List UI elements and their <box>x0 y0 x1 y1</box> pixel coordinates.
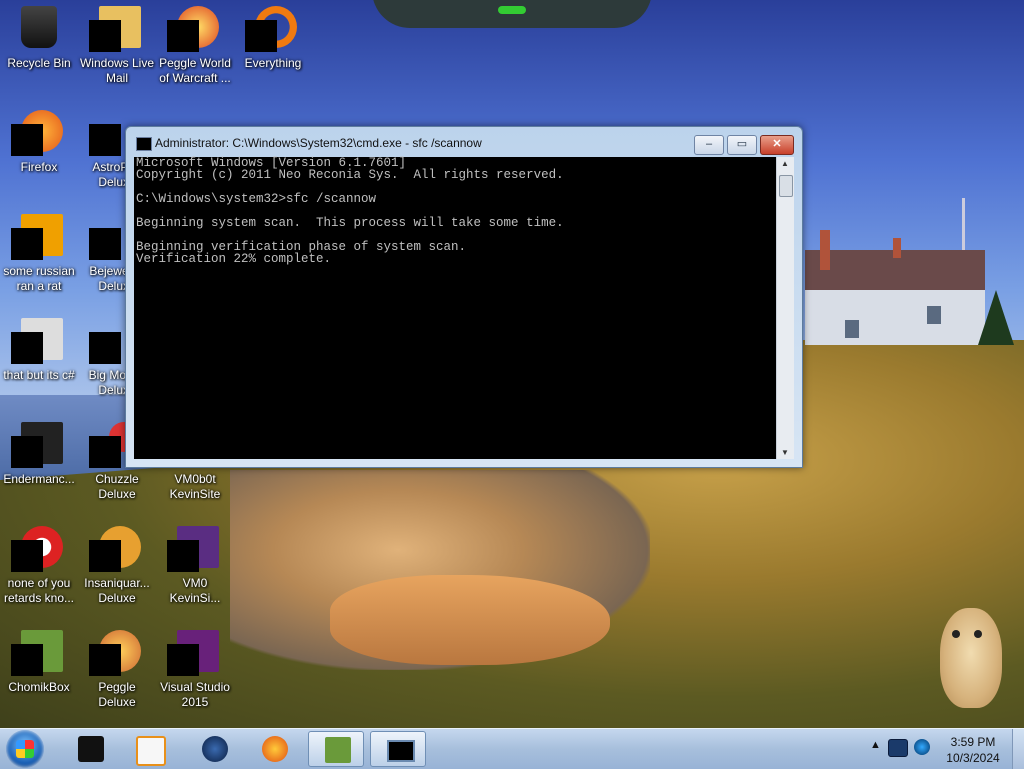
chomikbox-icon <box>325 737 351 763</box>
icon-label: Recycle Bin <box>7 56 71 70</box>
scroll-up-icon[interactable]: ▲ <box>781 159 789 168</box>
globe-icon <box>202 736 228 762</box>
house-window <box>927 306 941 324</box>
taskbar-cmd[interactable] <box>370 731 426 767</box>
icon-label: Firefox <box>20 160 58 174</box>
taskbar-firefox[interactable] <box>246 731 302 767</box>
visual-studio-icon <box>167 630 219 678</box>
game-icon <box>89 526 141 574</box>
desktop-icon-recycle-bin[interactable]: Recycle Bin <box>0 6 78 71</box>
taskbar-terminal-app[interactable] <box>62 731 118 767</box>
visual-studio-icon <box>167 526 219 574</box>
desktop-icon-none-of-you[interactable]: none of you retards kno... <box>0 526 78 606</box>
icon-label: Peggle Deluxe <box>98 680 136 709</box>
taskbar-network[interactable] <box>186 731 242 767</box>
cmd-window[interactable]: Administrator: C:\Windows\System32\cmd.e… <box>125 126 803 468</box>
minimize-button[interactable]: – <box>694 135 724 155</box>
scroll-down-icon[interactable]: ▼ <box>781 448 789 457</box>
clock[interactable]: 3:59 PM 10/3/2024 <box>945 734 1001 766</box>
icon-label: Everything <box>244 56 302 70</box>
desktop-icon-chomikbox[interactable]: ChomikBox <box>0 630 78 695</box>
maximize-button[interactable]: ▭ <box>727 135 757 155</box>
window-title: Administrator: C:\Windows\System32\cmd.e… <box>155 136 482 150</box>
taskbar: ▲ 3:59 PM 10/3/2024 <box>0 728 1024 769</box>
desktop-icon-endermanc[interactable]: Endermanc... <box>0 422 78 487</box>
desktop-icon-peggle-deluxe[interactable]: Peggle Deluxe <box>78 630 156 710</box>
start-button[interactable] <box>6 730 44 768</box>
network-tray-icon[interactable] <box>888 739 908 757</box>
icon-label: Insaniquar... Deluxe <box>84 576 150 605</box>
icon-label: ChomikBox <box>8 680 70 694</box>
icon-label: none of you retards kno... <box>3 576 75 605</box>
tray-expand-icon[interactable]: ▲ <box>870 739 881 751</box>
desktop-icon-some-russian[interactable]: some russian ran a rat <box>0 214 78 294</box>
scroll-thumb[interactable] <box>779 175 793 197</box>
peggle-icon <box>167 6 219 54</box>
house-window <box>845 320 859 338</box>
desktop-icon-windows-live-mail[interactable]: Windows Live Mail <box>78 6 156 86</box>
wallpaper-tree <box>978 290 1014 345</box>
desktop: Recycle Bin Firefox some russian ran a r… <box>0 0 1024 728</box>
desktop-icon-vm0-kevinsi[interactable]: VM0 KevinSi... <box>156 526 234 606</box>
wallpaper-house <box>805 250 985 345</box>
wallpaper-chimney <box>893 238 901 258</box>
chomikbox-icon <box>11 630 63 678</box>
desktop-icon-everything[interactable]: Everything <box>234 6 312 71</box>
firefox-icon <box>262 736 288 762</box>
icon-label: that but its c# <box>3 368 75 382</box>
icon-label: VM0b0t KevinSite <box>169 472 221 501</box>
peggle-icon <box>89 630 141 678</box>
console-text: Microsoft Windows [Version 6.1.7601] Cop… <box>136 156 564 266</box>
clock-date: 10/3/2024 <box>946 751 1000 765</box>
top-gadget[interactable] <box>372 0 652 28</box>
cmd-icon <box>387 740 415 762</box>
close-button[interactable]: ✕ <box>760 135 794 155</box>
desktop-icon-that-but-its-csharp[interactable]: that but its c# <box>0 318 78 383</box>
console-output[interactable]: Microsoft Windows [Version 6.1.7601] Cop… <box>134 157 776 459</box>
icon-label: some russian ran a rat <box>3 264 75 293</box>
terminal-icon <box>78 736 104 762</box>
desktop-icon-insaniquarium[interactable]: Insaniquar... Deluxe <box>78 526 156 606</box>
icon-label: VM0 KevinSi... <box>169 576 221 605</box>
show-desktop-button[interactable] <box>1012 729 1024 769</box>
gadget-indicator <box>498 6 526 14</box>
taskbar-media-player[interactable] <box>120 731 176 767</box>
desktop-icon-peggle-wow[interactable]: Peggle World of Warcraft ... <box>156 6 234 86</box>
file-icon <box>11 214 63 262</box>
wallpaper-rock <box>330 575 610 665</box>
recycle-bin-icon <box>15 6 63 54</box>
vertical-scrollbar[interactable]: ▲ ▼ <box>776 157 794 459</box>
cmd-icon <box>136 137 152 151</box>
wallpaper-chimney <box>820 230 830 270</box>
hamster-gadget[interactable] <box>940 608 1002 708</box>
taskbar-chomikbox[interactable] <box>308 731 364 767</box>
clock-time: 3:59 PM <box>950 735 996 749</box>
sync-tray-icon[interactable] <box>914 739 930 755</box>
icon-label: Windows Live Mail <box>79 56 155 85</box>
search-icon <box>245 6 297 54</box>
mail-icon <box>89 6 141 54</box>
icon-label: Chuzzle Deluxe <box>95 472 139 501</box>
icon-label: Endermanc... <box>3 472 75 486</box>
firefox-icon <box>11 110 63 158</box>
icon-label: Peggle World of Warcraft ... <box>159 56 231 85</box>
stack-icon <box>11 318 63 366</box>
app-icon <box>11 422 63 470</box>
icon-label: Visual Studio 2015 <box>160 680 230 709</box>
desktop-icon-visual-studio-2015[interactable]: Visual Studio 2015 <box>156 630 234 710</box>
media-player-icon <box>136 736 166 766</box>
desktop-icon-firefox[interactable]: Firefox <box>0 110 78 175</box>
opera-icon <box>11 526 63 574</box>
